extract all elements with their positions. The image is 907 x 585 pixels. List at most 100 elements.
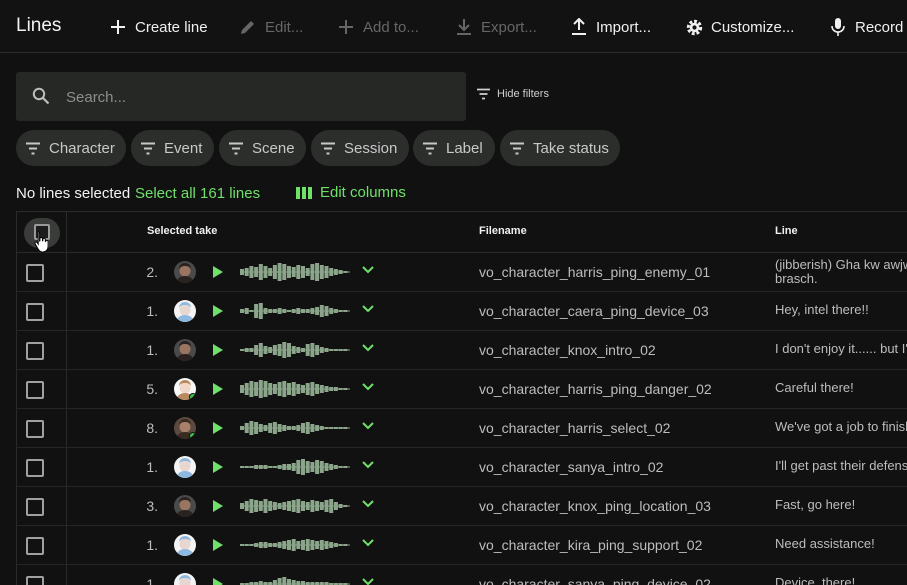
plus-icon (336, 17, 356, 37)
table-row[interactable]: 3. vo_character_knox_ping_location_03 Fa… (16, 487, 907, 526)
edit-button[interactable]: Edit... (238, 16, 303, 38)
character-avatar (174, 573, 196, 585)
table-row[interactable]: 1. vo_character_knox_intro_02 I don't en… (16, 331, 907, 370)
chevron-down-icon[interactable] (362, 500, 374, 508)
filter-chip-take-status[interactable]: Take status (500, 130, 620, 166)
line-cell: Device, there! (775, 575, 856, 585)
row-checkbox[interactable] (26, 576, 44, 585)
filter-chip-label: Character (49, 139, 115, 157)
hide-filters-button[interactable]: Hide filters (476, 88, 549, 100)
export-button[interactable]: Export... (454, 16, 537, 38)
row-checkbox[interactable] (26, 537, 44, 555)
filter-chip-event[interactable]: Event (131, 130, 214, 166)
chevron-down-icon[interactable] (362, 344, 374, 352)
character-avatar (174, 456, 196, 478)
filename-cell: vo_character_sanya_ping_device_02 (479, 576, 711, 585)
table-row[interactable]: 1. vo_character_sanya_intro_02 I'll get … (16, 448, 907, 487)
column-header-selected-take[interactable]: Selected take (147, 225, 217, 237)
chevron-down-icon[interactable] (362, 422, 374, 430)
take-number: 1. (146, 342, 158, 358)
row-checkbox[interactable] (26, 381, 44, 399)
row-checkbox[interactable] (26, 342, 44, 360)
create-line-label: Create line (135, 18, 208, 36)
filter-chip-text: Label (446, 139, 483, 157)
waveform[interactable] (240, 338, 350, 362)
table-row[interactable]: 2. vo_character_harris_ping_enemy_01 (ji… (16, 253, 907, 292)
row-checkbox[interactable] (26, 498, 44, 516)
record-label: Record (855, 18, 904, 36)
search-input[interactable] (66, 86, 456, 108)
record-button[interactable]: Record (828, 16, 903, 38)
edit-columns-button[interactable]: Edit columns (296, 184, 406, 201)
play-icon[interactable] (212, 460, 224, 474)
filename-cell: vo_character_kira_ping_support_02 (479, 537, 703, 553)
chevron-down-icon[interactable] (362, 539, 374, 547)
row-checkbox[interactable] (26, 264, 44, 282)
filename-cell: vo_character_sanya_intro_02 (479, 459, 664, 475)
play-icon[interactable] (212, 265, 224, 279)
table-header: Selected take Filename Line (16, 212, 907, 253)
filter-chip-label[interactable]: Label (413, 130, 495, 166)
import-button[interactable]: Import... (569, 16, 651, 38)
waveform[interactable] (240, 533, 350, 557)
row-checkbox[interactable] (26, 303, 44, 321)
filter-chip-character[interactable]: Character (16, 130, 126, 166)
take-number: 1. (146, 303, 158, 319)
select-all-link[interactable]: Select all 161 lines (135, 185, 260, 202)
filter-chip-scene[interactable]: Scene (219, 130, 306, 166)
search-box (16, 72, 466, 121)
filename-cell: vo_character_knox_ping_location_03 (479, 498, 711, 514)
take-number: 5. (146, 381, 158, 397)
table-row[interactable]: 1. vo_character_kira_ping_support_02 Nee… (16, 526, 907, 565)
row-checkbox[interactable] (26, 420, 44, 438)
take-number: 2. (146, 264, 158, 280)
table-row[interactable]: 1. vo_character_caera_ping_device_03 Hey… (16, 292, 907, 331)
create-line-button[interactable]: Create line (108, 16, 208, 38)
play-icon[interactable] (212, 421, 224, 435)
play-icon[interactable] (212, 304, 224, 318)
gear-icon (684, 17, 704, 37)
character-avatar (174, 495, 196, 517)
column-header-filename[interactable]: Filename (479, 225, 527, 237)
waveform[interactable] (240, 377, 350, 401)
row-checkbox[interactable] (26, 459, 44, 477)
column-header-line[interactable]: Line (775, 225, 798, 237)
filename-cell: vo_character_harris_ping_enemy_01 (479, 264, 711, 280)
filter-chip-label: Event (164, 139, 203, 157)
waveform[interactable] (240, 494, 350, 518)
microphone-icon (828, 17, 848, 37)
top-toolbar: Lines Create line Edit... Add to... Expo… (0, 0, 907, 53)
waveform[interactable] (240, 299, 350, 323)
chevron-down-icon[interactable] (362, 383, 374, 391)
character-avatar (174, 417, 196, 439)
line-cell: I don't enjoy it...... but I'm (775, 341, 907, 356)
table-row[interactable]: 8. vo_character_harris_select_02 We've g… (16, 409, 907, 448)
play-icon[interactable] (212, 538, 224, 552)
character-avatar (174, 378, 196, 400)
online-status-dot (189, 432, 196, 439)
waveform[interactable] (240, 260, 350, 284)
waveform[interactable] (240, 572, 350, 585)
play-icon[interactable] (212, 577, 224, 585)
add-to-button[interactable]: Add to... (336, 16, 419, 38)
chevron-down-icon[interactable] (362, 578, 374, 585)
play-icon[interactable] (212, 382, 224, 396)
customize-button[interactable]: Customize... (684, 16, 794, 38)
chevron-down-icon[interactable] (362, 461, 374, 469)
page-title: Lines (16, 15, 62, 36)
hand-cursor-icon (34, 231, 48, 253)
table-row[interactable]: 5. vo_character_harris_ping_danger_02 Ca… (16, 370, 907, 409)
filter-chip-session[interactable]: Session (311, 130, 409, 166)
waveform[interactable] (240, 455, 350, 479)
filename-cell: vo_character_harris_select_02 (479, 420, 671, 436)
waveform[interactable] (240, 416, 350, 440)
table-row[interactable]: 1. vo_character_sanya_ping_device_02 Dev… (16, 565, 907, 585)
chevron-down-icon[interactable] (362, 266, 374, 274)
avatar-portrait-icon (176, 497, 194, 517)
play-icon[interactable] (212, 343, 224, 357)
chevron-down-icon[interactable] (362, 305, 374, 313)
line-cell: I'll get past their defense (775, 458, 907, 473)
play-icon[interactable] (212, 499, 224, 513)
character-avatar (174, 339, 196, 361)
filter-icon (25, 142, 41, 155)
